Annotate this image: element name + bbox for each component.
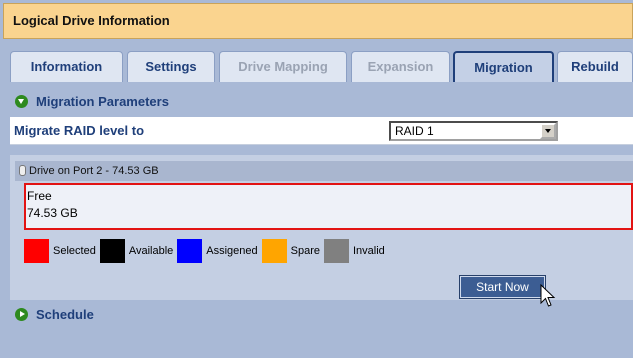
schedule-header[interactable]: Schedule (10, 304, 94, 324)
disk-icon (19, 165, 26, 176)
tab-migration[interactable]: Migration (453, 51, 554, 82)
legend-swatch (99, 239, 125, 263)
dropdown-arrow-icon[interactable] (540, 123, 556, 139)
tab-bar: Information Settings Drive Mapping Expan… (10, 51, 633, 82)
start-now-button[interactable]: Start Now (459, 275, 546, 299)
raid-level-label: Migrate RAID level to (14, 123, 145, 138)
legend-label: Assigened (206, 245, 258, 257)
legend-label: Selected (53, 245, 96, 257)
chevron-right-circle-icon (15, 307, 28, 321)
legend-item-assigned: Assigened (177, 239, 258, 263)
legend-swatch (261, 239, 287, 263)
tab-rebuild[interactable]: Rebuild (557, 51, 633, 82)
free-segment[interactable]: Free 74.53 GB (24, 183, 633, 230)
tab-settings[interactable]: Settings (127, 51, 215, 82)
migration-parameters-label: Migration Parameters (36, 93, 169, 109)
legend-item-available: Available (99, 239, 174, 263)
legend-label: Spare (290, 245, 320, 257)
tab-drive-mapping[interactable]: Drive Mapping (219, 51, 347, 82)
raid-level-select[interactable]: RAID 1 (389, 121, 558, 141)
free-segment-size: 74.53 GB (27, 206, 78, 220)
page-title: Logical Drive Information (3, 3, 633, 39)
mouse-cursor-icon (540, 284, 556, 307)
migration-parameters-header[interactable]: Migration Parameters (10, 90, 633, 112)
tab-expansion[interactable]: Expansion (351, 51, 450, 82)
legend-label: Available (128, 245, 174, 257)
tab-information[interactable]: Information (10, 51, 123, 82)
legend-item-invalid: Invalid (324, 239, 385, 263)
raid-level-value: RAID 1 (395, 124, 434, 138)
legend-item-spare: Spare (261, 239, 320, 263)
drive-header: Drive on Port 2 - 74.53 GB (15, 161, 633, 181)
chevron-down-circle-icon (15, 94, 28, 108)
legend: Selected Available Assigened Spare Inval… (24, 239, 389, 263)
legend-swatch (24, 239, 49, 263)
raid-level-row: Migrate RAID level to RAID 1 (10, 117, 633, 145)
legend-label: Invalid (353, 245, 385, 257)
legend-item-selected: Selected (24, 239, 96, 263)
legend-swatch (177, 239, 203, 263)
free-segment-label: Free (27, 189, 52, 203)
legend-swatch (324, 239, 349, 263)
drive-header-label: Drive on Port 2 - 74.53 GB (29, 165, 159, 177)
schedule-label: Schedule (36, 306, 94, 322)
